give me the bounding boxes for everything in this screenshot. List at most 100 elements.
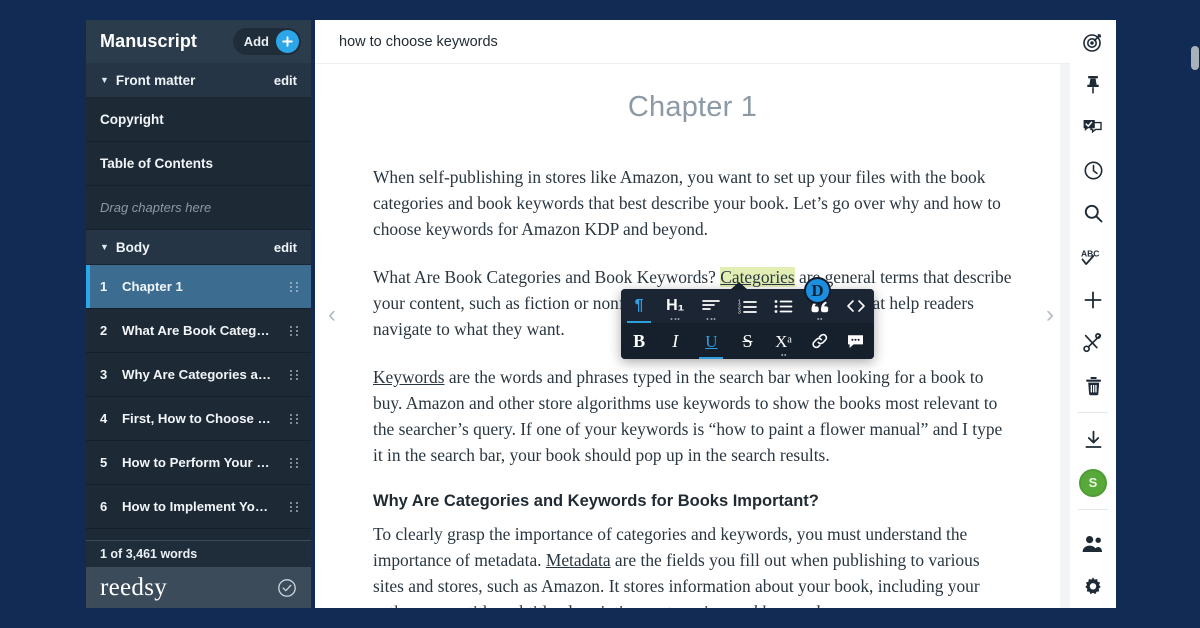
add-button[interactable]: Add (232, 28, 301, 55)
spellcheck-icon[interactable]: ABC (1070, 235, 1116, 278)
previous-chapter-arrow[interactable]: ‹ (320, 295, 344, 335)
metadata-link[interactable]: Metadata (546, 550, 611, 570)
page-title: Chapter 1 (627, 91, 758, 123)
body-edit-button[interactable]: edit (274, 240, 297, 255)
document-topbar: how to choose keywords (315, 20, 1070, 64)
paragraph-1[interactable]: When self-publishing in stores like Amaz… (373, 164, 1012, 242)
paragraph-2-pre: What Are Book Categories and Book Keywor… (373, 267, 721, 287)
chapter-label: How to Perform Your … (122, 455, 270, 470)
bullet-list-button[interactable] (766, 289, 802, 323)
drag-handle-icon[interactable] (290, 281, 299, 292)
avatar-initial: S (1079, 468, 1107, 497)
download-icon[interactable] (1070, 418, 1116, 461)
word-count-status: 1 of 3,461 words (86, 540, 311, 567)
paragraph-style-button[interactable]: ¶ (621, 289, 657, 323)
italic-icon: I (672, 331, 679, 351)
sidebar-chapter-1[interactable]: 1 Chapter 1 (86, 265, 311, 309)
sidebar-section-label: Body (115, 239, 150, 255)
strikethrough-button[interactable]: S (729, 323, 765, 359)
format-toolbar-row-inline: B I U S Xᵃ (621, 323, 874, 359)
code-block-button[interactable] (838, 289, 874, 323)
submenu-dots-icon (670, 318, 680, 320)
paragraph-3[interactable]: Keywords are the words and phrases typed… (373, 364, 1012, 468)
paragraph-1-text: When self-publishing in stores like Amaz… (373, 167, 1001, 239)
chapter-label: Chapter 1 (122, 279, 183, 294)
drag-handle-icon[interactable] (290, 457, 299, 468)
plus-icon (276, 30, 299, 53)
rail-divider-1 (1078, 412, 1108, 413)
drag-handle-icon[interactable] (290, 369, 299, 380)
submenu-dots-icon (780, 354, 787, 356)
collaborators-icon[interactable] (1070, 522, 1116, 565)
breadcrumb[interactable]: how to choose keywords (339, 34, 498, 50)
chapter-number: 5 (100, 455, 108, 470)
add-icon[interactable] (1070, 278, 1116, 321)
ordered-list-button[interactable]: 123 (729, 289, 765, 323)
document-scrollbar-thumb[interactable] (1191, 46, 1199, 70)
sidebar-chapter-6[interactable]: 6 How to Implement Yo… (86, 485, 311, 529)
underline-icon: U (705, 331, 718, 351)
format-toolbar-row-block: ¶ H₁ 123 (621, 289, 874, 323)
code-brackets-icon (846, 299, 866, 313)
sidebar-item-copyright[interactable]: Copyright (86, 98, 311, 142)
svg-text:ABC: ABC (1081, 248, 1099, 258)
bold-icon: B (633, 331, 646, 351)
sidebar-chapter-4[interactable]: 4 First, How to Choose … (86, 397, 311, 441)
link-button[interactable] (802, 323, 838, 359)
sidebar-title: Manuscript (100, 31, 198, 51)
grammar-assistant-badge[interactable]: D (804, 277, 831, 304)
svg-text:3: 3 (738, 309, 741, 314)
paragraph-4-italic: categories, and keywords (650, 602, 827, 608)
tools-rail: ABC S (1070, 20, 1116, 608)
manuscript-sidebar: Manuscript Add ▼ Front matter edit Copyr… (86, 20, 311, 608)
scissors-icon[interactable] (1070, 321, 1116, 364)
sidebar-section-front-matter[interactable]: ▼ Front matter edit (86, 63, 311, 98)
reedsy-logo: reedsy (100, 574, 168, 601)
superscript-button[interactable]: Xᵃ (766, 323, 802, 359)
keywords-link[interactable]: Keywords (373, 367, 444, 387)
submenu-dots-icon (706, 318, 716, 320)
sidebar-item-table-of-contents[interactable]: Table of Contents (86, 142, 311, 186)
chapter-label: First, How to Choose … (122, 411, 271, 426)
format-toolbar: ¶ H₁ 123 B I U S Xᵃ D (621, 277, 874, 359)
trash-icon[interactable] (1070, 364, 1116, 407)
bold-button[interactable]: B (621, 323, 657, 359)
next-chapter-arrow[interactable]: › (1038, 295, 1062, 335)
chapter-number: 2 (100, 323, 108, 338)
goals-target-icon[interactable] (1070, 20, 1116, 63)
chapter-number: 6 (100, 499, 108, 514)
caret-down-icon: ▼ (100, 241, 109, 252)
drag-chapters-hint: Drag chapters here (86, 186, 311, 230)
history-clock-icon[interactable] (1070, 149, 1116, 192)
ordered-list-icon: 123 (738, 299, 757, 314)
pilcrow-icon: ¶ (634, 297, 644, 314)
chapter-label: What Are Book Categ… (122, 323, 270, 338)
heading-button[interactable]: H₁ (657, 289, 693, 323)
search-icon[interactable] (1070, 192, 1116, 235)
sidebar-item-label: Copyright (100, 112, 164, 127)
drag-handle-icon[interactable] (290, 325, 299, 336)
align-button[interactable] (693, 289, 729, 323)
caret-down-icon: ▼ (100, 74, 109, 85)
sidebar-chapter-2[interactable]: 2 What Are Book Categ… (86, 309, 311, 353)
check-circle-icon[interactable] (277, 578, 297, 598)
paragraph-4[interactable]: To clearly grasp the importance of categ… (373, 521, 1012, 608)
comment-button[interactable] (838, 323, 874, 359)
sidebar-chapter-5[interactable]: 5 How to Perform Your … (86, 441, 311, 485)
drag-handle-icon[interactable] (290, 501, 299, 512)
sidebar-chapter-3[interactable]: 3 Why Are Categories a… (86, 353, 311, 397)
link-icon (811, 333, 829, 349)
front-matter-edit-button[interactable]: edit (274, 73, 297, 88)
italic-button[interactable]: I (657, 323, 693, 359)
settings-gear-icon[interactable] (1070, 565, 1116, 608)
user-avatar[interactable]: S (1070, 461, 1116, 504)
pin-icon[interactable] (1070, 63, 1116, 106)
drag-handle-icon[interactable] (290, 413, 299, 424)
underline-button[interactable]: U (693, 323, 729, 359)
document-scrollbar-track[interactable] (1060, 64, 1070, 608)
submenu-dots-icon (817, 318, 823, 320)
chapter-label: Why Are Categories a… (122, 367, 272, 382)
comments-resolved-icon[interactable] (1070, 106, 1116, 149)
heading-1-icon: H₁ (666, 297, 685, 314)
sidebar-section-body[interactable]: ▼ Body edit (86, 230, 311, 265)
